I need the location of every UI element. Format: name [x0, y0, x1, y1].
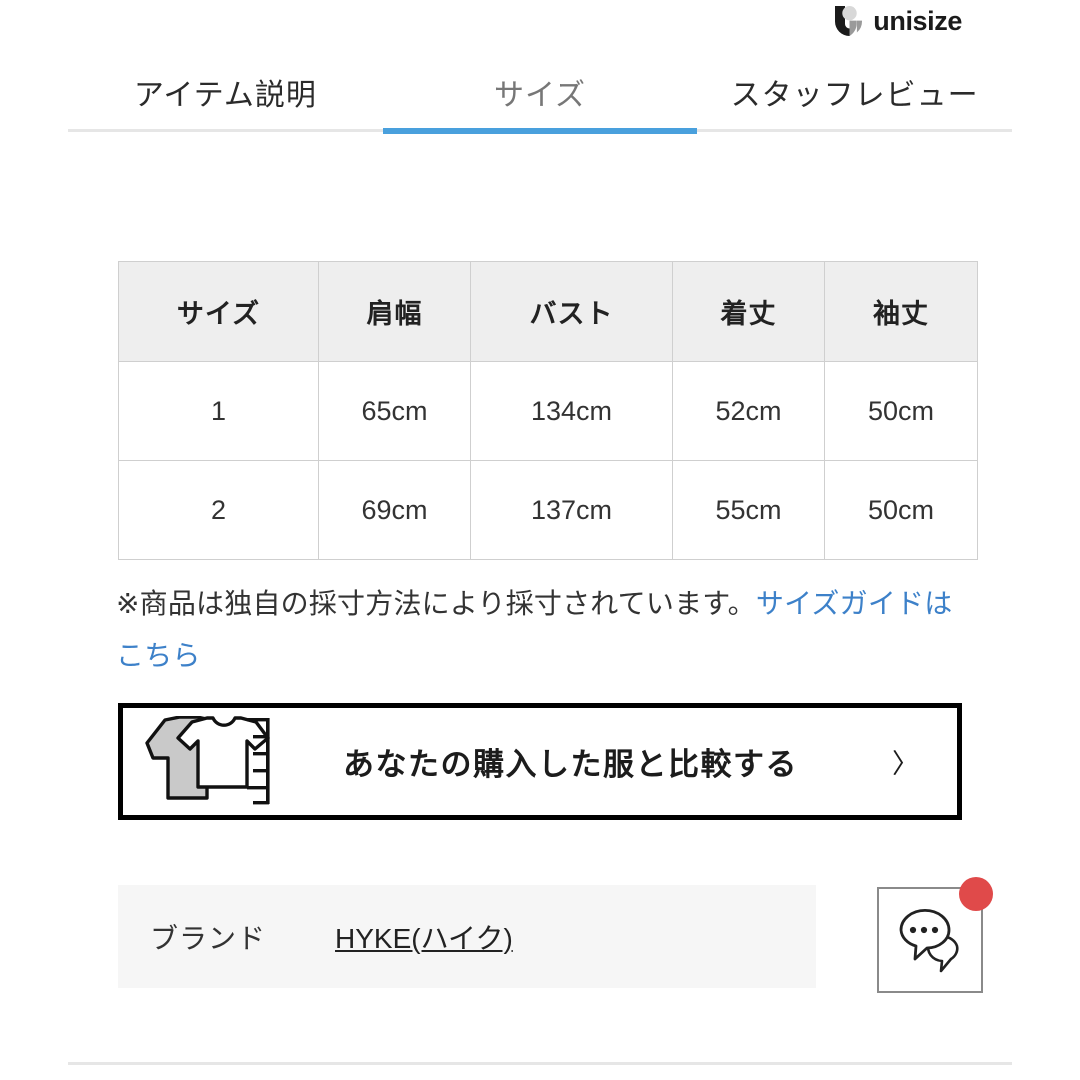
table-cell: 69cm — [318, 460, 471, 560]
table-cell: 1 — [118, 361, 319, 461]
table-header-length: 着丈 — [672, 261, 825, 362]
table-header-row: サイズ 肩幅 バスト 着丈 袖丈 — [118, 261, 978, 362]
brand-label: ブランド — [150, 922, 267, 954]
table-cell: 55cm — [672, 460, 825, 560]
notification-badge — [959, 877, 993, 911]
table-cell: 50cm — [824, 361, 978, 461]
table-header-size: サイズ — [118, 261, 319, 362]
measurement-note: ※商品は独自の採寸方法により採寸されています。サイズガイドはこちら — [116, 578, 966, 682]
tab-bar: アイテム説明 サイズ スタッフレビュー — [68, 60, 1012, 134]
tab-label: サイズ — [493, 79, 587, 112]
tab-label: アイテム説明 — [133, 79, 317, 112]
table-cell: 2 — [118, 460, 319, 560]
brand-row: ブランド HYKE(ハイク) — [118, 885, 816, 988]
speech-bubbles-icon — [895, 906, 967, 974]
table-cell: 65cm — [318, 361, 471, 461]
measurement-note-text: ※商品は独自の採寸方法により採寸されています。 — [116, 588, 756, 619]
table-row: 1 65cm 134cm 52cm 50cm — [118, 361, 978, 461]
table-cell: 134cm — [470, 361, 673, 461]
unisize-logo: unisize — [835, 6, 962, 36]
table-cell: 50cm — [824, 460, 978, 560]
tab-item-description[interactable]: アイテム説明 — [68, 60, 383, 132]
tab-label: スタッフレビュー — [730, 79, 979, 112]
unisize-logo-text: unisize — [873, 5, 962, 36]
size-table: サイズ 肩幅 バスト 着丈 袖丈 1 65cm 134cm 52cm 50cm … — [118, 261, 978, 560]
logo-bar: unisize — [0, 0, 1080, 46]
table-cell: 52cm — [672, 361, 825, 461]
chevron-right-icon: 〉 — [892, 749, 919, 779]
unisize-logo-mark-icon — [835, 6, 863, 36]
table-header-shoulder: 肩幅 — [318, 261, 471, 362]
compare-button-label: あなたの購入した服と比較する — [343, 747, 798, 782]
tab-size[interactable]: サイズ — [382, 60, 698, 134]
table-cell: 137cm — [470, 460, 673, 560]
bottom-divider — [68, 1062, 1012, 1065]
table-header-sleeve: 袖丈 — [824, 261, 978, 362]
compare-with-owned-clothes-button[interactable]: あなたの購入した服と比較する 〉 — [118, 703, 962, 820]
table-row: 2 69cm 137cm 55cm 50cm — [118, 460, 978, 560]
table-header-bust: バスト — [470, 261, 673, 362]
tab-staff-review[interactable]: スタッフレビュー — [697, 60, 1012, 132]
brand-link[interactable]: HYKE(ハイク) — [335, 917, 513, 957]
chat-widget-button[interactable] — [877, 877, 993, 993]
